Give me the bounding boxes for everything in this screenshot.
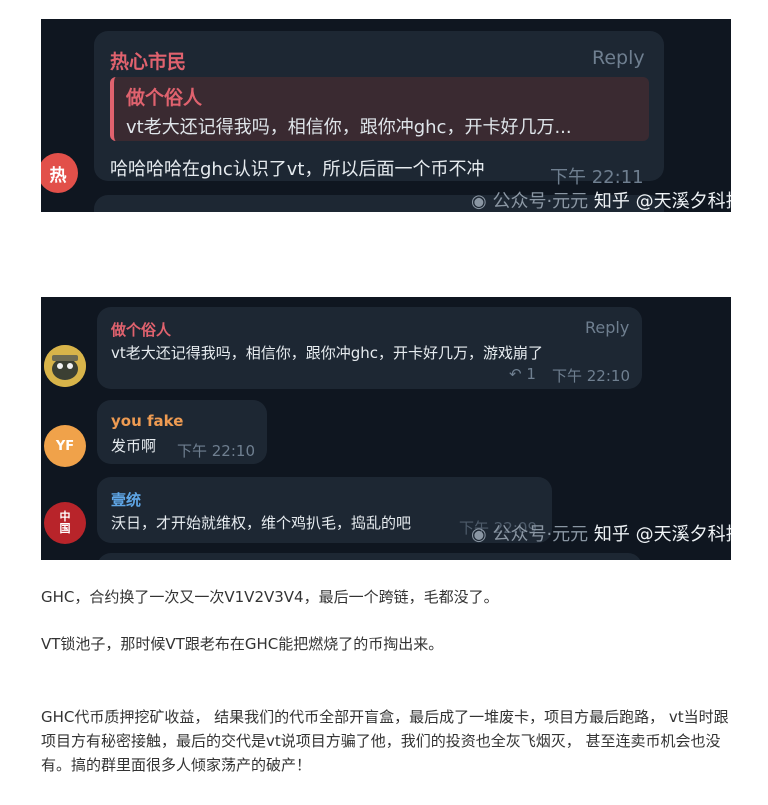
article-paragraph: VT锁池子，那时候VT跟老布在GHC能把燃烧了的币掏出来。 xyxy=(41,635,444,653)
reply-button[interactable]: Reply xyxy=(585,318,629,337)
chat-screenshot-2: 做个俗人 Reply vt老大还记得我吗，相信你，跟你冲ghc，开卡好几万，游戏… xyxy=(41,297,731,560)
avatar[interactable] xyxy=(44,345,86,387)
chat-screenshot-1: 热 热心市民 Reply 做个俗人 vt老大还记得我吗，相信你，跟你冲ghc，开… xyxy=(41,19,731,212)
watermark-account: 公众号·元元 xyxy=(492,524,589,545)
sender-name[interactable]: 壹统 xyxy=(111,489,141,510)
message-time: 下午 22:10 xyxy=(177,442,255,460)
wechat-icon: ◉ xyxy=(471,191,487,212)
quoted-message[interactable]: 做个俗人 vt老大还记得我吗，相信你，跟你冲ghc，开卡好几万... xyxy=(110,77,649,141)
watermark: ◉ 公众号·元元 知乎 @天溪夕科技 xyxy=(471,520,731,546)
avatar[interactable]: YF xyxy=(44,425,86,467)
watermark: ◉ 公众号·元元 知乎 @天溪夕科技 xyxy=(471,187,731,212)
reply-count: 1 xyxy=(526,365,536,383)
message-bubble[interactable]: 做个俗人 Reply vt老大还记得我吗，相信你，跟你冲ghc，开卡好几万，游戏… xyxy=(97,307,642,389)
message-bubble[interactable]: 热心市民 Reply 做个俗人 vt老大还记得我吗，相信你，跟你冲ghc，开卡好… xyxy=(94,31,664,188)
wechat-icon: ◉ xyxy=(471,524,487,545)
message-text: vt老大还记得我吗，相信你，跟你冲ghc，开卡好几万，游戏崩了 xyxy=(111,344,544,362)
avatar[interactable]: 中 国 xyxy=(44,502,86,544)
article-paragraph: GHC代币质押挖矿收益， 结果我们的代币全部开盲盒，最后成了一堆废卡，项目方最后… xyxy=(41,708,729,774)
sender-name[interactable]: 热心市民 xyxy=(110,47,186,74)
avatar-emblem-text: 国 xyxy=(59,522,71,535)
watermark-text: 知乎 @天溪夕科技 xyxy=(593,524,731,545)
message-bubble[interactable]: you fake 发币啊 下午 22:10 xyxy=(97,400,267,464)
sender-name[interactable]: you fake xyxy=(111,412,183,430)
reply-arrow-icon: ↶ xyxy=(509,365,522,383)
message-time: 下午 22:11 xyxy=(550,167,644,188)
watermark-text: 知乎 @天溪夕科技 xyxy=(593,191,731,212)
quote-text: vt老大还记得我吗，相信你，跟你冲ghc，开卡好几万... xyxy=(126,117,572,138)
message-text: 发币啊 xyxy=(111,437,157,455)
message-time: 下午 22:10 xyxy=(552,367,630,385)
article-paragraph: GHC，合约换了一次又一次V1V2V3V4，最后一个跨链，毛都没了。 xyxy=(41,588,499,606)
message-text: 哈哈哈哈在ghc认识了vt，所以后面一个币不冲 xyxy=(110,159,485,180)
next-message-bubble xyxy=(97,553,642,560)
sender-name[interactable]: 做个俗人 xyxy=(111,319,171,340)
reply-button[interactable]: Reply xyxy=(592,47,645,69)
watermark-account: 公众号·元元 xyxy=(492,191,589,212)
message-text: 沃日，才开始就维权，维个鸡扒毛，捣乱的吧 xyxy=(111,514,412,532)
cartoon-avatar-icon xyxy=(44,345,86,387)
quote-author: 做个俗人 xyxy=(126,87,203,109)
avatar[interactable]: 热 xyxy=(41,153,78,193)
reply-indicator[interactable]: ↶ 1 xyxy=(509,365,536,383)
